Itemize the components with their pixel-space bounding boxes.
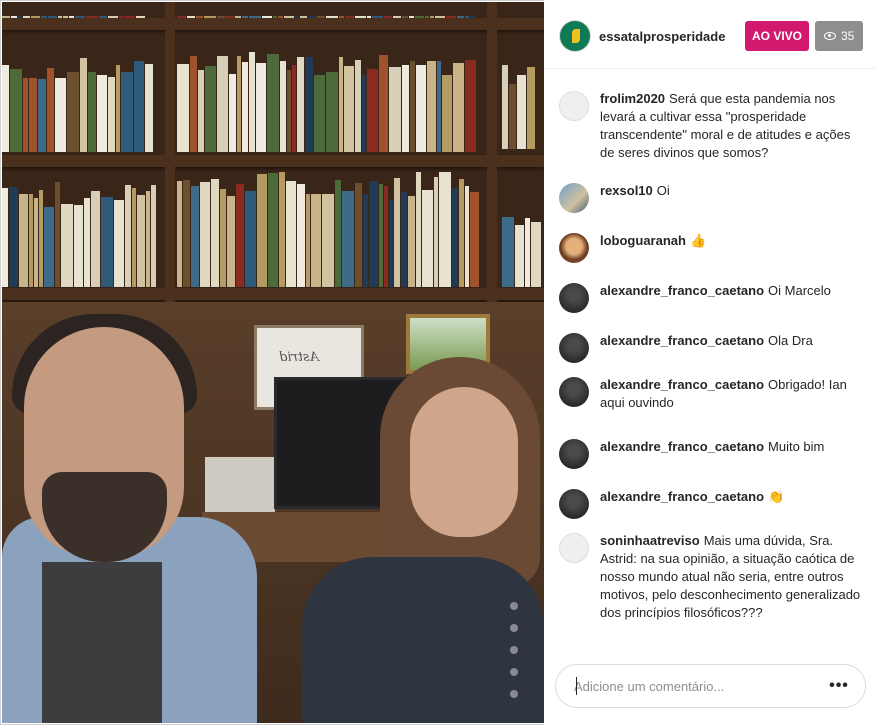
cardigan-buttons <box>510 602 520 712</box>
channel-name[interactable]: essatalprosperidade <box>599 29 725 44</box>
live-video[interactable]: Astrid <box>2 2 544 723</box>
comment-item: alexandre_franco_caetano 👏 <box>544 488 875 519</box>
avatar[interactable] <box>559 233 589 263</box>
text-caret <box>576 677 577 695</box>
comment-text: Ola Dra <box>768 333 813 348</box>
comment-item: alexandre_franco_caetano Muito bim <box>544 438 875 469</box>
comment-username[interactable]: alexandre_franco_caetano <box>600 489 764 504</box>
man-shirt <box>42 562 162 723</box>
comment-item: loboguaranah 👍 <box>544 232 875 263</box>
comment-username[interactable]: frolim2020 <box>600 91 665 106</box>
viewer-count: 35 <box>841 29 855 43</box>
comment-text: Muito bim <box>768 439 825 454</box>
comment-username[interactable]: alexandre_franco_caetano <box>600 283 764 298</box>
comment-username[interactable]: loboguaranah <box>600 233 686 248</box>
comment-input[interactable] <box>574 676 814 696</box>
woman-body <box>302 557 544 723</box>
comment-item: soninhaatreviso Mais uma dúvida, Sra. Ast… <box>544 532 875 622</box>
avatar[interactable] <box>559 439 589 469</box>
bookshelf <box>2 2 544 302</box>
comment-box: ••• <box>555 664 866 708</box>
avatar[interactable] <box>559 283 589 313</box>
more-options-icon[interactable]: ••• <box>827 677 851 697</box>
avatar[interactable] <box>559 333 589 363</box>
comment-item: frolim2020 Será que esta pandemia nos lev… <box>544 90 875 162</box>
comment-username[interactable]: alexandre_franco_caetano <box>600 439 764 454</box>
avatar[interactable] <box>559 377 589 407</box>
live-badge: AO VIVO <box>745 21 809 51</box>
comment-item: alexandre_franco_caetano Ola Dra <box>544 332 875 363</box>
live-sidebar: essatalprosperidade AO VIVO 35 frolim202… <box>544 0 875 725</box>
woman-face <box>410 387 518 537</box>
avatar[interactable] <box>559 91 589 121</box>
comment-username[interactable]: rexsol10 <box>600 183 653 198</box>
comment-text: Oi Marcelo <box>768 283 831 298</box>
comment-text: 👍 <box>689 233 707 248</box>
comment-username[interactable]: alexandre_franco_caetano <box>600 333 764 348</box>
comment-item: alexandre_franco_caetano Obrigado! Ian aq… <box>544 376 875 412</box>
avatar[interactable] <box>559 183 589 213</box>
leaf-logo-icon[interactable] <box>559 20 591 52</box>
avatar[interactable] <box>559 489 589 519</box>
eye-icon <box>824 32 836 40</box>
comment-username[interactable]: soninhaatreviso <box>600 533 700 548</box>
comment-text: Oi <box>656 183 670 198</box>
sidebar-header: essatalprosperidade AO VIVO 35 <box>544 0 875 69</box>
comment-username[interactable]: alexandre_franco_caetano <box>600 377 764 392</box>
avatar[interactable] <box>559 533 589 563</box>
comment-item: alexandre_franco_caetano Oi Marcelo <box>544 282 875 313</box>
comment-item: rexsol10 Oi <box>544 182 875 213</box>
comment-text: 👏 <box>768 489 785 504</box>
viewer-count-badge: 35 <box>815 21 863 51</box>
